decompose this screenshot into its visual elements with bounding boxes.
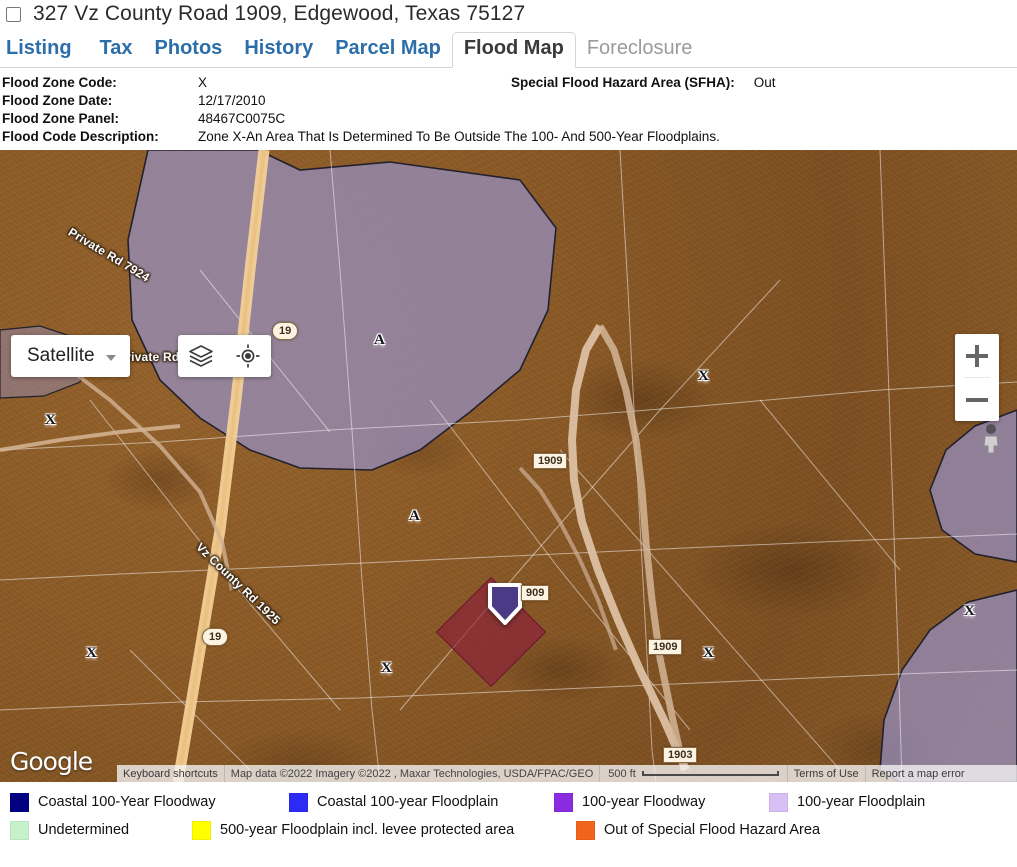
- legend-label: Out of Special Flood Hazard Area: [604, 822, 821, 838]
- tab-parcel-map[interactable]: Parcel Map: [324, 34, 452, 67]
- sfha-value: Out: [753, 75, 776, 90]
- minus-icon: [966, 389, 988, 411]
- legend-label: 500-year Floodplain incl. levee protecte…: [220, 822, 515, 838]
- flood-zone-marker: X: [698, 368, 709, 384]
- page-header: 327 Vz County Road 1909, Edgewood, Texas…: [0, 0, 1017, 26]
- street-view-pegman-icon[interactable]: [979, 422, 1003, 454]
- legend-row: Undetermined 500-year Floodplain incl. le…: [4, 816, 1017, 844]
- legend-item: Out of Special Flood Hazard Area: [576, 820, 821, 840]
- property-location-pin[interactable]: [486, 581, 524, 627]
- terms-of-use-link[interactable]: Terms of Use: [788, 768, 865, 780]
- flood-info-label: Flood Zone Panel:: [2, 111, 119, 126]
- road-1909-branch: [596, 324, 688, 771]
- flood-info-label: Flood Zone Date:: [2, 93, 113, 108]
- flood-zone-marker: X: [964, 603, 975, 619]
- legend-color-swatch: [10, 820, 29, 840]
- sfha-label: Special Flood Hazard Area (SFHA):: [511, 75, 735, 90]
- legend-color-swatch: [192, 820, 211, 840]
- flood-zone-marker: X: [86, 645, 97, 661]
- flood-map[interactable]: Private Rd 7924 Private Rd 7925 Vz County …: [0, 150, 1017, 782]
- map-scale-bar: [641, 771, 779, 776]
- legend-item: Undetermined: [10, 820, 130, 840]
- tab-listing[interactable]: Listing: [6, 34, 83, 67]
- select-property-checkbox[interactable]: [6, 6, 21, 22]
- legend-row: Coastal 100-Year Floodway Coastal 100-yea…: [4, 788, 1017, 816]
- google-logo: Google: [10, 747, 93, 776]
- tab-flood-map[interactable]: Flood Map: [451, 32, 576, 68]
- tab-tax[interactable]: Tax: [89, 34, 144, 67]
- route-shield: 19: [272, 322, 299, 340]
- flood-info-label: Flood Zone Code:: [2, 75, 117, 90]
- map-data-attribution: Map data ©2022 Imagery ©2022 , Maxar Tec…: [230, 767, 594, 780]
- flood-info-value: X: [198, 75, 208, 90]
- map-scale: 500 ft: [600, 768, 787, 780]
- map-tools-control[interactable]: [178, 335, 271, 377]
- map-scale-label: 500 ft: [608, 767, 636, 780]
- legend-item: Coastal 100-year Floodplain: [289, 792, 499, 812]
- legend-item: Coastal 100-Year Floodway: [10, 792, 216, 812]
- flood-zone-marker: X: [45, 412, 56, 428]
- legend-label: 100-year Floodway: [582, 794, 706, 810]
- layers-icon[interactable]: [188, 344, 214, 368]
- tab-foreclosure: Foreclosure: [586, 37, 693, 59]
- route-shield: 1903: [663, 747, 698, 763]
- flood-info-value: Zone X-An Area That Is Determined To Be …: [198, 129, 720, 144]
- legend-label: 100-year Floodplain: [797, 794, 926, 810]
- legend-label: Coastal 100-year Floodplain: [317, 794, 499, 810]
- legend-color-swatch: [10, 792, 29, 812]
- flood-legend: Coastal 100-Year Floodway Coastal 100-yea…: [0, 782, 1017, 849]
- sfha-field: Special Flood Hazard Area (SFHA): Out: [511, 74, 776, 92]
- tab-photos[interactable]: Photos: [144, 34, 234, 67]
- flood-info-row: Flood Code Description: Zone X-An Area Th…: [2, 128, 1017, 146]
- legend-color-swatch: [554, 792, 573, 812]
- legend-color-swatch: [289, 792, 308, 812]
- route-shield: 19: [202, 628, 229, 646]
- legend-color-swatch: [576, 820, 595, 840]
- legend-item: 100-year Floodplain: [769, 792, 926, 812]
- flood-zone-marker: X: [703, 645, 714, 661]
- keyboard-shortcuts-link[interactable]: Keyboard shortcuts: [117, 768, 224, 780]
- legend-item: 100-year Floodway: [554, 792, 706, 812]
- route-shield: 909: [521, 585, 550, 601]
- flood-info-row: Flood Zone Date: 12/17/2010: [2, 92, 1017, 110]
- chevron-down-icon: [105, 355, 116, 361]
- zoom-in-button[interactable]: [955, 334, 999, 377]
- report-map-error-link[interactable]: Report a map error: [866, 768, 971, 780]
- flood-info-value: 48467C0075C: [198, 111, 286, 126]
- route-shield: 1909: [648, 639, 683, 655]
- flood-zone-marker: A: [409, 508, 420, 524]
- page-title: 327 Vz County Road 1909, Edgewood, Texas…: [33, 2, 526, 25]
- legend-label: Undetermined: [38, 822, 130, 838]
- zoom-control[interactable]: [955, 334, 999, 421]
- plus-icon: [966, 344, 988, 367]
- legend-item: 500-year Floodplain incl. levee protecte…: [192, 820, 515, 840]
- flood-info-panel: Flood Zone Code: X Flood Zone Date: 12/17/2…: [0, 68, 1017, 150]
- flood-info-label: Flood Code Description:: [2, 129, 159, 144]
- road-network: [0, 150, 690, 782]
- map-attribution-bar: Keyboard shortcuts Map data ©2022 Imager…: [117, 765, 1017, 782]
- route-shield: 1909: [533, 453, 568, 469]
- tab-history[interactable]: History: [233, 34, 324, 67]
- tab-bar: Listing Tax Photos History Parcel Map Flood M…: [0, 26, 1017, 68]
- flood-info-row: Flood Zone Panel: 48467C0075C: [2, 110, 1017, 128]
- flood-info-value: 12/17/2010: [198, 93, 266, 108]
- map-type-label: Satellite: [27, 345, 95, 366]
- map-type-selector[interactable]: Satellite: [11, 335, 130, 377]
- flood-zone-marker: A: [374, 332, 385, 348]
- my-location-icon[interactable]: [235, 343, 261, 369]
- flood-zone-marker: X: [381, 660, 392, 676]
- zoom-out-button[interactable]: [955, 378, 999, 421]
- legend-color-swatch: [769, 792, 788, 812]
- flood-info-row: Flood Zone Code: X: [2, 74, 1017, 92]
- legend-label: Coastal 100-Year Floodway: [38, 794, 216, 810]
